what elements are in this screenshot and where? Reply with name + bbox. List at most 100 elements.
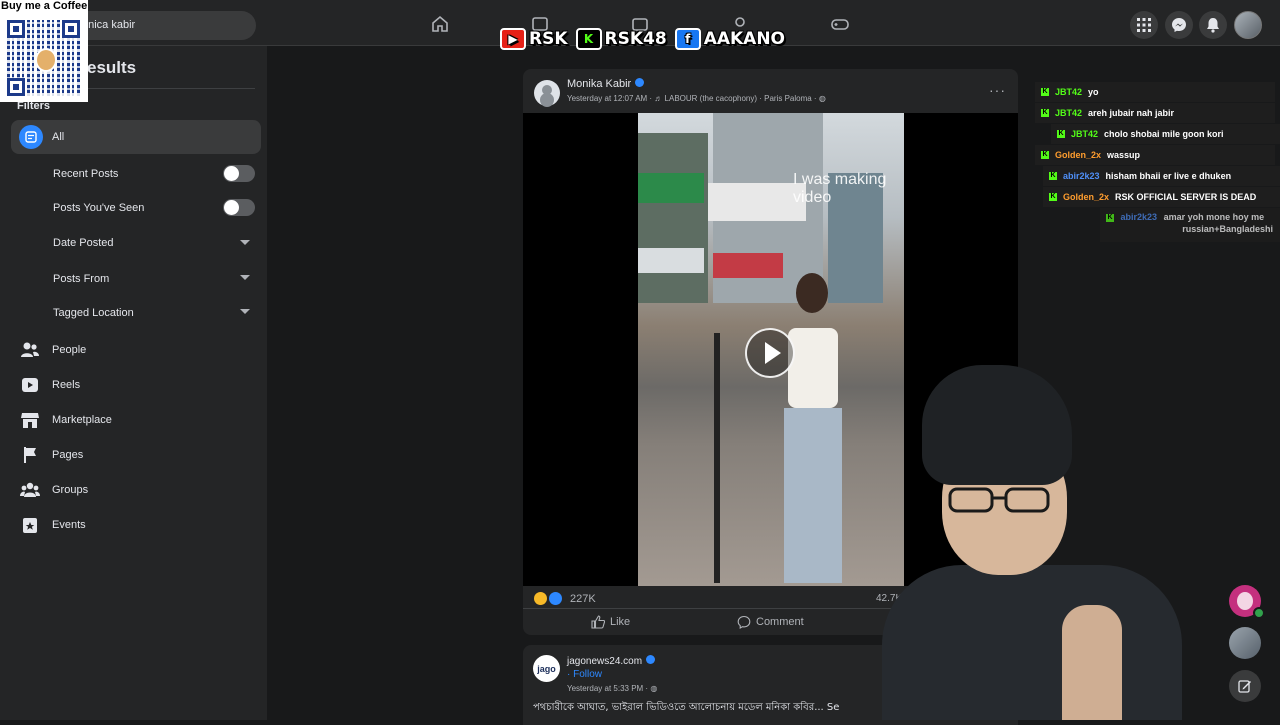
sidebar-item-groups[interactable]: Groups bbox=[19, 478, 259, 502]
tagged-location-chevron-down-icon[interactable] bbox=[240, 309, 250, 314]
person-figure bbox=[778, 273, 848, 583]
online-status-dot bbox=[1253, 607, 1265, 619]
reels-icon bbox=[22, 378, 38, 392]
post-author-name[interactable]: Monika Kabir bbox=[567, 78, 631, 90]
sidebar-item-marketplace[interactable]: Marketplace bbox=[19, 408, 259, 432]
chat-text: yo bbox=[1088, 87, 1099, 97]
notifications-button[interactable] bbox=[1199, 11, 1227, 39]
home-icon[interactable] bbox=[430, 14, 450, 34]
glasses-icon bbox=[948, 487, 1050, 513]
avatar-logo-text: jago bbox=[537, 663, 556, 674]
qr-finder bbox=[7, 20, 25, 38]
post2-meta-text: Yesterday at 5:33 PM · bbox=[567, 684, 651, 693]
profile-avatar[interactable] bbox=[1234, 11, 1262, 39]
sidebar-item-events[interactable]: Events bbox=[19, 513, 259, 537]
chat-message: K JBT42 cholo shobai mile goon kori bbox=[1051, 124, 1280, 144]
chat-text: wassup bbox=[1107, 150, 1141, 160]
posts-seen-toggle[interactable] bbox=[223, 199, 255, 216]
recent-posts-toggle[interactable] bbox=[223, 165, 255, 182]
person-torso bbox=[788, 328, 838, 408]
chat-message: K JBT42 yo bbox=[1035, 82, 1275, 102]
filter-tagged-location-label[interactable]: Tagged Location bbox=[53, 307, 134, 319]
menu-grid-button[interactable] bbox=[1130, 11, 1158, 39]
comment-label: Comment bbox=[756, 616, 804, 628]
people-icon bbox=[21, 342, 39, 357]
avatar-face bbox=[1237, 592, 1253, 610]
facebook-icon: f bbox=[674, 28, 701, 50]
comment-button[interactable]: Comment bbox=[737, 615, 804, 629]
all-filter-icon bbox=[19, 125, 43, 149]
posts-from-chevron-down-icon[interactable] bbox=[240, 275, 250, 280]
facebook-badge: f AAKANO bbox=[674, 28, 785, 50]
marketplace-icon bbox=[21, 413, 39, 428]
post-author[interactable]: Monika Kabir bbox=[567, 78, 645, 90]
like-label: Like bbox=[610, 616, 631, 628]
buy-me-a-coffee-overlay: Buy me a Coffee bbox=[0, 0, 88, 102]
chat-message: K abir2k23 amar yoh mone hoy me russian+… bbox=[1100, 208, 1280, 242]
billboard bbox=[713, 253, 783, 278]
chat-text: cholo shobai mile goon kori bbox=[1104, 129, 1224, 139]
webcam-shirt bbox=[882, 565, 1182, 720]
filter-all[interactable]: All bbox=[11, 120, 261, 154]
messenger-button[interactable] bbox=[1165, 11, 1193, 39]
post2-meta: Yesterday at 5:33 PM · ◍ bbox=[567, 684, 657, 693]
kick-icon: K bbox=[1049, 193, 1057, 201]
webcam-hair bbox=[922, 365, 1072, 485]
chat-message: K JBT42 areh jubair nah jabir bbox=[1035, 103, 1275, 123]
sidebar-item-pages[interactable]: Pages bbox=[19, 443, 259, 467]
post-meta: Yesterday at 12:07 AM · ♬ LABOUR (the ca… bbox=[567, 94, 826, 103]
building-left bbox=[638, 133, 708, 303]
post2-author-name[interactable]: jagonews24.com bbox=[567, 656, 642, 667]
author-avatar[interactable] bbox=[534, 80, 560, 106]
video-caption: I was making video bbox=[793, 171, 887, 206]
sidebar-item-reels[interactable]: Reels bbox=[19, 373, 259, 397]
jagonews-avatar[interactable]: jago bbox=[533, 655, 560, 682]
streamer-webcam bbox=[882, 365, 1182, 720]
sidebar-item-label: Pages bbox=[52, 449, 84, 461]
chat-head-avatar-2[interactable] bbox=[1229, 627, 1261, 659]
filter-date-posted-label[interactable]: Date Posted bbox=[53, 237, 114, 249]
new-message-button[interactable] bbox=[1229, 670, 1261, 702]
sidebar-item-label: People bbox=[52, 344, 87, 356]
search-input[interactable]: onica kabir bbox=[64, 11, 256, 40]
sidebar-item-label: Groups bbox=[52, 484, 89, 496]
globe-icon: ◍ bbox=[818, 94, 826, 103]
chat-message: K Golden_2x wassup bbox=[1035, 145, 1275, 165]
chat-username: JBT42 bbox=[1071, 129, 1099, 139]
events-icon bbox=[23, 518, 37, 533]
post2-text: পথচারীকে আঘাত, ভাইরাল ভিডিওতে আলোচনায় ম… bbox=[533, 702, 840, 713]
billboard bbox=[638, 248, 704, 273]
flag-icon bbox=[24, 447, 36, 463]
post-meta-text: Yesterday at 12:07 AM · ♬ LABOUR (the ca… bbox=[567, 94, 819, 103]
comment-icon bbox=[737, 615, 751, 629]
verified-badge-icon bbox=[646, 655, 656, 664]
more-options-icon[interactable]: ··· bbox=[989, 82, 1006, 98]
person-jeans bbox=[784, 408, 842, 583]
like-button[interactable]: Like bbox=[591, 615, 630, 629]
post2-author[interactable]: jagonews24.com bbox=[567, 655, 656, 667]
date-posted-chevron-down-icon[interactable] bbox=[240, 240, 250, 245]
filter-posts-from-label[interactable]: Posts From bbox=[53, 273, 109, 285]
follow-link[interactable]: · Follow bbox=[567, 669, 602, 680]
kick-icon: K bbox=[1041, 151, 1049, 159]
messenger-icon bbox=[1172, 18, 1186, 32]
kick-icon: K bbox=[1049, 172, 1057, 180]
coffee-title: Buy me a Coffee bbox=[1, 0, 88, 12]
kick-icon: K bbox=[1057, 130, 1065, 138]
chat-username: Golden_2x bbox=[1063, 192, 1110, 202]
kick-icon: K bbox=[1041, 88, 1049, 96]
bell-icon bbox=[1207, 18, 1219, 33]
person-head bbox=[796, 273, 828, 313]
chat-text: hisham bhaii er live e dhuken bbox=[1105, 171, 1232, 181]
filter-recent-posts-label: Recent Posts bbox=[53, 168, 119, 180]
chat-message: K Golden_2x RSK OFFICIAL SERVER IS DEAD bbox=[1043, 187, 1280, 207]
gaming-nav-icon[interactable] bbox=[830, 14, 850, 34]
kick-icon: K bbox=[1041, 109, 1049, 117]
youtube-icon: ▶ bbox=[500, 28, 526, 50]
stream-social-banner: ▶ RSK K RSK48 f AAKANO bbox=[500, 26, 785, 52]
play-button-icon[interactable] bbox=[745, 328, 795, 378]
chat-username: JBT42 bbox=[1055, 87, 1083, 97]
reaction-summary[interactable]: 227K bbox=[534, 592, 596, 605]
sidebar-item-people[interactable]: People bbox=[19, 338, 259, 362]
kick-badge: K RSK48 bbox=[575, 28, 667, 50]
